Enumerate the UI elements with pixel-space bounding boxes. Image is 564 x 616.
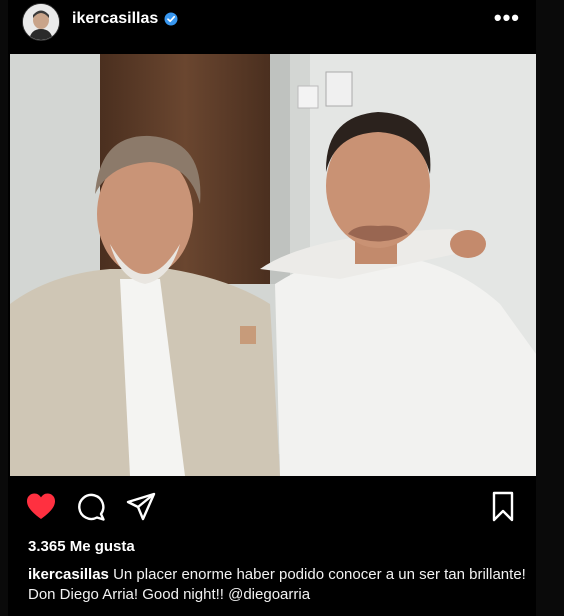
post-username[interactable]: ikercasillas [72, 10, 158, 28]
instagram-post: ikercasillas ••• 3.365 Me gusta ikercasi… [8, 0, 536, 616]
likes-count[interactable]: 3.365 Me gusta [28, 538, 135, 555]
comment-icon[interactable] [74, 490, 108, 524]
share-icon[interactable] [124, 490, 158, 524]
post-actions [8, 490, 536, 526]
username-row: ikercasillas [72, 10, 178, 28]
post-caption: ikercasillas Un placer enorme haber podi… [28, 565, 532, 605]
heart-filled-icon[interactable] [24, 490, 58, 524]
profile-avatar[interactable] [22, 3, 60, 41]
more-options-icon[interactable]: ••• [494, 7, 520, 29]
post-photo[interactable] [10, 54, 536, 476]
verified-badge-icon [164, 12, 178, 26]
post-header: ikercasillas ••• [8, 0, 536, 50]
caption-username[interactable]: ikercasillas [28, 566, 109, 583]
bookmark-icon[interactable] [486, 490, 520, 524]
